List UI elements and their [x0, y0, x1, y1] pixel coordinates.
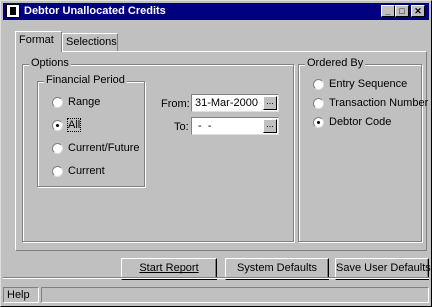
ordered-by-group: Ordered By Entry Sequence Transaction Nu…	[298, 57, 428, 242]
window-title: Debtor Unallocated Credits	[24, 5, 166, 17]
radio-entry-sequence-label: Entry Sequence	[329, 78, 408, 90]
minimize-button[interactable]: _	[381, 5, 395, 17]
radio-entry-sequence-button[interactable]	[313, 79, 324, 90]
ordered-by-legend: Ordered By	[305, 57, 366, 69]
title-bar[interactable]: Debtor Unallocated Credits _ □ ✕	[3, 3, 429, 20]
help-label: Help	[7, 289, 30, 301]
tab-format-label: Format	[19, 34, 54, 46]
status-message-cell	[41, 287, 429, 303]
from-date-field[interactable]: 31-Mar-2000 ...	[191, 94, 279, 112]
radio-all-label: All	[66, 118, 82, 132]
radio-range-button[interactable]	[52, 97, 63, 108]
format-tab-panel: Options Financial Period Range All Curre…	[15, 51, 428, 251]
app-icon[interactable]	[6, 4, 20, 18]
options-legend: Options	[29, 57, 71, 69]
report-window: Debtor Unallocated Credits _ □ ✕ Format …	[0, 0, 432, 307]
radio-all-button[interactable]	[52, 120, 63, 131]
radio-debtor-code-label: Debtor Code	[329, 116, 392, 128]
to-date-value: - -	[195, 120, 212, 132]
from-label: From:	[161, 98, 190, 110]
radio-current-button[interactable]	[52, 166, 63, 177]
radio-debtor-code-button[interactable]	[313, 117, 324, 128]
radio-current-future-button[interactable]	[52, 143, 63, 154]
options-group: Options Financial Period Range All Curre…	[22, 57, 294, 242]
status-divider	[3, 277, 429, 279]
maximize-button[interactable]: □	[395, 5, 409, 17]
to-date-picker-button[interactable]: ...	[263, 119, 277, 133]
financial-period-legend: Financial Period	[44, 74, 127, 86]
from-date-picker-button[interactable]: ...	[263, 96, 277, 110]
to-label: To:	[174, 121, 189, 133]
radio-transaction-number-label: Transaction Number	[329, 97, 429, 109]
close-button[interactable]: ✕	[411, 5, 425, 17]
help-status-cell[interactable]: Help	[3, 287, 39, 303]
tab-selections[interactable]: Selections	[62, 33, 118, 51]
tab-format[interactable]: Format	[15, 31, 62, 52]
save-user-defaults-label: Save User Defaults	[336, 262, 431, 274]
from-date-value: 31-Mar-2000	[195, 97, 258, 109]
start-report-label: Start Report	[139, 262, 199, 274]
system-defaults-label: System Defaults	[236, 262, 318, 274]
radio-current-future-label: Current/Future	[68, 142, 140, 154]
financial-period-group: Financial Period Range All Current/Futur…	[37, 74, 145, 187]
radio-current-label: Current	[68, 165, 105, 177]
to-date-field[interactable]: - - ...	[191, 117, 279, 135]
radio-range-label: Range	[68, 96, 101, 108]
status-bar: Help	[3, 286, 429, 304]
tab-selections-label: Selections	[66, 36, 117, 48]
radio-transaction-number-button[interactable]	[313, 98, 324, 109]
